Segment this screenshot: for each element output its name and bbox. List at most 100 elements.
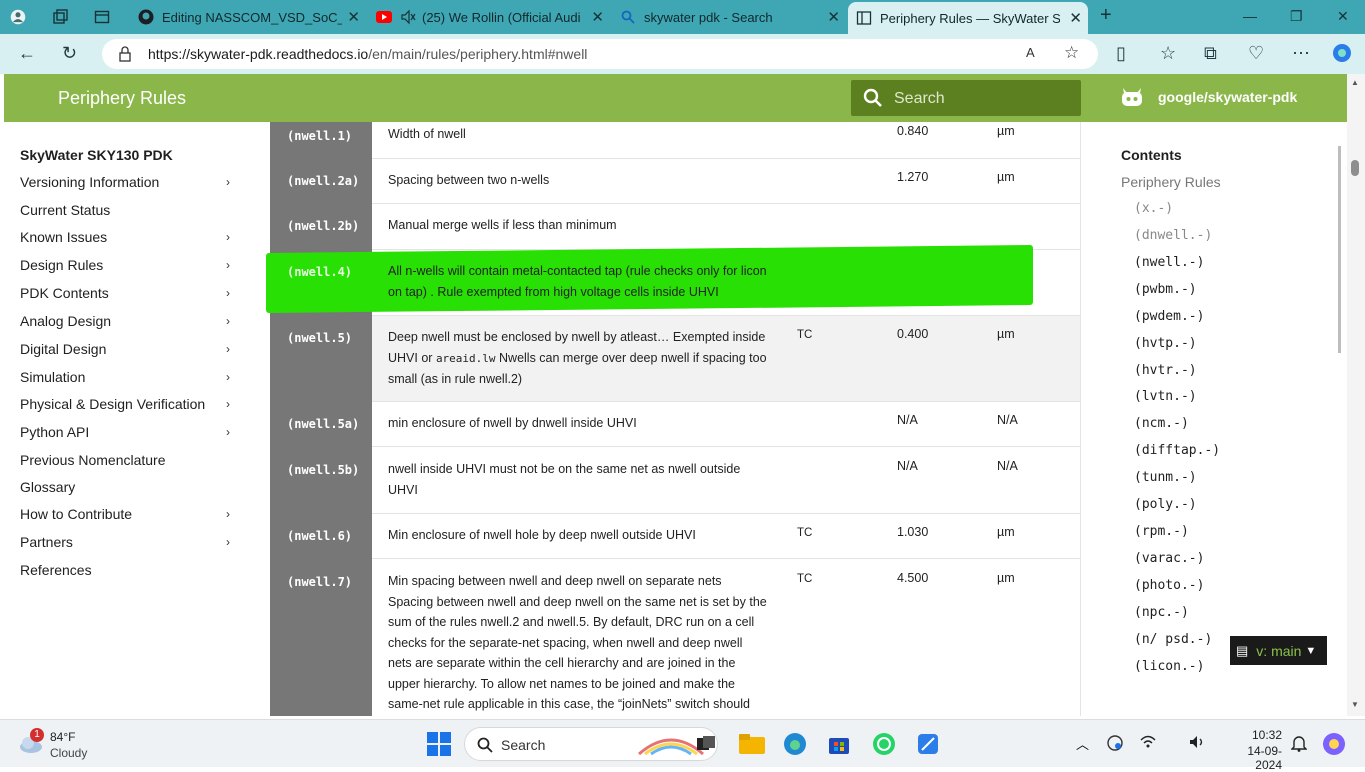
chevron-right-icon[interactable]: ›: [226, 258, 230, 272]
sidebar-item-partners[interactable]: Partners ›: [20, 534, 230, 550]
toc-item[interactable]: (rpm.-): [1134, 524, 1189, 539]
taskbar-search[interactable]: Search: [464, 727, 718, 761]
favorites-icon[interactable]: ☆: [1160, 43, 1176, 64]
system-clock[interactable]: 10:32 14-09-2024: [1222, 728, 1282, 772]
rule-id[interactable]: (nwell.1): [287, 129, 352, 143]
sidebar-item-verification[interactable]: Physical & Design Verification ›: [20, 396, 230, 412]
windows-start-icon[interactable]: [427, 732, 451, 756]
toc-item[interactable]: (hvtr.-): [1134, 363, 1197, 378]
more-menu-icon[interactable]: ⋯: [1292, 43, 1310, 64]
scrollbar-thumb[interactable]: [1351, 160, 1359, 176]
chevron-right-icon[interactable]: ›: [226, 342, 230, 356]
copilot-icon[interactable]: [1332, 43, 1352, 68]
address-bar[interactable]: https://skywater-pdk.readthedocs.io/en/m…: [102, 39, 1098, 69]
github-repo-link[interactable]: google/skywater-pdk: [1120, 86, 1297, 108]
version-selector[interactable]: ▤ v: main ▼: [1230, 636, 1327, 665]
chevron-right-icon[interactable]: ›: [226, 425, 230, 439]
tab-periphery-rules[interactable]: Periphery Rules — SkyWater SKY1 ✕: [848, 2, 1088, 34]
wifi-icon[interactable]: [1139, 733, 1157, 756]
rule-id[interactable]: (nwell.5b): [287, 463, 359, 477]
back-arrow-icon[interactable]: ←: [18, 43, 36, 64]
edge-browser-icon[interactable]: [783, 732, 807, 756]
notification-bell-icon[interactable]: [1290, 734, 1308, 757]
sidebar-item-simulation[interactable]: Simulation ›: [20, 369, 230, 385]
chevron-right-icon[interactable]: ›: [226, 286, 230, 300]
sidebar-item-current-status[interactable]: Current Status: [20, 202, 230, 218]
toc-item[interactable]: (pwbm.-): [1134, 282, 1197, 297]
profile-button[interactable]: [10, 4, 36, 30]
rule-id[interactable]: (nwell.6): [287, 529, 352, 543]
speaker-icon[interactable]: [400, 9, 416, 25]
file-explorer-icon[interactable]: [739, 732, 765, 756]
chevron-right-icon[interactable]: ›: [226, 175, 230, 189]
favorite-star-icon[interactable]: ☆: [1064, 43, 1079, 63]
chevron-right-icon[interactable]: ›: [226, 507, 230, 521]
toc-item[interactable]: (n/ psd.-): [1134, 632, 1212, 647]
sidebar-item-known-issues[interactable]: Known Issues ›: [20, 229, 230, 245]
rule-id[interactable]: (nwell.5a): [287, 417, 359, 431]
toc-item[interactable]: (photo.-): [1134, 578, 1204, 593]
toc-item[interactable]: (tunm.-): [1134, 470, 1197, 485]
read-aloud-icon[interactable]: A: [1026, 45, 1035, 60]
close-tab-icon[interactable]: ✕: [1069, 9, 1082, 27]
toc-item[interactable]: (lvtn.-): [1134, 389, 1197, 404]
browser-essentials-icon[interactable]: ♡: [1248, 43, 1264, 64]
new-tab-icon[interactable]: +: [1100, 4, 1112, 27]
scroll-up-icon[interactable]: ▲: [1351, 78, 1359, 87]
toc-item[interactable]: (ncm.-): [1134, 416, 1189, 431]
tab-github[interactable]: Editing NASSCOM_VSD_SoC_Phys ✕: [138, 4, 366, 30]
sidebar-item-glossary[interactable]: Glossary: [20, 479, 230, 495]
sidebar-item-pdk-contents[interactable]: PDK Contents ›: [20, 285, 230, 301]
scroll-down-icon[interactable]: ▼: [1351, 700, 1359, 709]
chevron-right-icon[interactable]: ›: [226, 397, 230, 411]
rule-id[interactable]: (nwell.2a): [287, 174, 359, 188]
rule-id[interactable]: (nwell.5): [287, 331, 352, 345]
sidebar-item-previous-nomenclature[interactable]: Previous Nomenclature: [20, 452, 230, 468]
rule-id[interactable]: (nwell.4): [287, 265, 352, 279]
chevron-right-icon[interactable]: ›: [226, 314, 230, 328]
collections-icon[interactable]: ⧉: [1204, 43, 1217, 64]
toc-item[interactable]: (licon.-): [1134, 659, 1204, 674]
page-scrollbar[interactable]: ▲ ▼: [1347, 74, 1365, 716]
toc-item[interactable]: (poly.-): [1134, 497, 1197, 512]
sidebar-heading[interactable]: SkyWater SKY130 PDK: [20, 147, 173, 163]
task-view-icon[interactable]: [694, 732, 718, 756]
split-screen-icon[interactable]: ▯: [1116, 43, 1126, 64]
toc-item[interactable]: (hvtp.-): [1134, 336, 1197, 351]
workspaces-button[interactable]: [52, 4, 74, 30]
toc-item[interactable]: (npc.-): [1134, 605, 1189, 620]
copilot-icon[interactable]: [1322, 732, 1346, 761]
tab-search[interactable]: skywater pdk - Search ✕: [620, 4, 846, 30]
toc-item[interactable]: (nwell.-): [1134, 255, 1204, 270]
rule-id[interactable]: (nwell.2b): [287, 219, 359, 233]
toc-section-link[interactable]: Periphery Rules: [1121, 174, 1221, 190]
toc-scrollbar[interactable]: [1338, 146, 1341, 353]
sidebar-item-digital-design[interactable]: Digital Design ›: [20, 341, 230, 357]
sidebar-item-python-api[interactable]: Python API ›: [20, 424, 230, 440]
tab-actions-button[interactable]: [94, 4, 116, 30]
close-tab-icon[interactable]: ✕: [347, 8, 360, 26]
restore-icon[interactable]: ❐: [1290, 8, 1303, 25]
sidebar-item-versioning[interactable]: Versioning Information ›: [20, 174, 230, 190]
refresh-icon[interactable]: ↻: [62, 43, 77, 64]
rule-id[interactable]: (nwell.7): [287, 575, 352, 589]
snipping-tool-icon[interactable]: [916, 732, 940, 756]
toc-item[interactable]: (varac.-): [1134, 551, 1204, 566]
sidebar-item-analog-design[interactable]: Analog Design ›: [20, 313, 230, 329]
sidebar-item-references[interactable]: References: [20, 562, 230, 578]
search-input[interactable]: Search: [851, 80, 1081, 116]
page-title[interactable]: Periphery Rules: [58, 88, 186, 109]
toc-item[interactable]: (x.-): [1134, 201, 1173, 216]
chevron-up-icon[interactable]: ︿: [1076, 734, 1089, 753]
close-tab-icon[interactable]: ✕: [591, 8, 604, 26]
volume-icon[interactable]: [1188, 733, 1206, 756]
toc-item[interactable]: (dnwell.-): [1134, 228, 1212, 243]
lock-icon[interactable]: [118, 46, 132, 67]
chevron-right-icon[interactable]: ›: [226, 535, 230, 549]
chevron-right-icon[interactable]: ›: [226, 370, 230, 384]
sidebar-item-design-rules[interactable]: Design Rules ›: [20, 257, 230, 273]
tab-youtube[interactable]: (25) We Rollin (Official Audi ✕: [376, 4, 610, 30]
security-icon[interactable]: [1106, 734, 1124, 757]
chevron-right-icon[interactable]: ›: [226, 230, 230, 244]
whatsapp-icon[interactable]: [872, 732, 896, 756]
